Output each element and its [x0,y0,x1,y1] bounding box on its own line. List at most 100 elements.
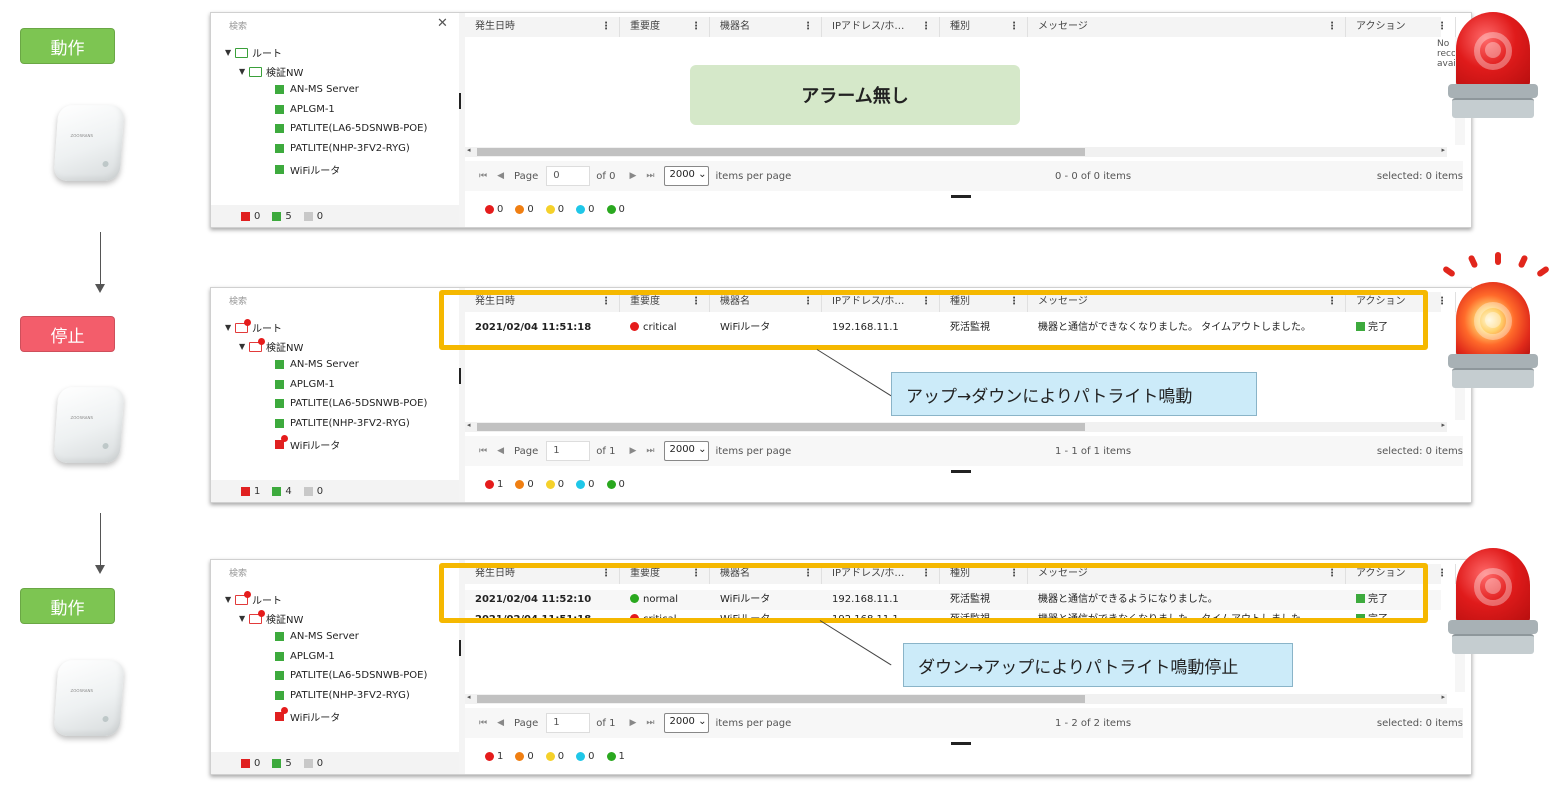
no-alarm-label: アラーム無し [690,65,1020,125]
access-point-image-1: ZOOSRANS [53,105,125,181]
severity-count: 1 [485,479,503,490]
expand-triangle-icon[interactable]: ▼ [225,595,235,604]
expand-triangle-icon[interactable]: ▼ [225,48,235,57]
page-input[interactable]: 1 [546,441,591,461]
lamp-light-ray [1517,254,1529,269]
tree-node-group[interactable]: ▼ 検証NW [239,64,303,79]
tree-node-root[interactable]: ▼ ルート [225,318,282,335]
page-input[interactable]: 0 [546,166,591,186]
items-per-page-select[interactable]: 2000 ⌄ [664,166,710,186]
column-header[interactable]: アクション ⋮ [1346,17,1456,37]
pager-nav-icons[interactable]: ⏮◀ [479,171,514,181]
column-menu-icon[interactable]: ⋮ [1437,292,1447,312]
severity-counts: 00000 [485,201,625,217]
tree-device-item[interactable]: APLGM-1 [275,379,335,390]
folder-icon [235,318,251,333]
pager-nav-icons-next[interactable]: ▶⏭ [629,171,664,181]
folder-icon [235,47,248,58]
device-status-icon [275,399,284,409]
tree-device-item[interactable]: AN-MS Server [275,84,359,95]
selected-count: selected: 0 items [1376,445,1463,457]
pager-nav-icons-next[interactable]: ▶⏭ [629,446,664,456]
close-icon[interactable]: ✕ [437,16,448,31]
horizontal-scrollbar[interactable]: ◂ ▸ [465,146,1447,157]
device-status-icon [275,360,284,369]
resize-handle[interactable] [951,195,971,198]
access-point-image-3: ZOOSRANS [53,660,125,736]
folder-icon [249,609,265,624]
column-menu-icon[interactable]: ⋮ [1009,17,1019,37]
horizontal-scrollbar[interactable]: ◂ ▸ [465,421,1447,432]
folder-icon [235,590,251,605]
column-menu-icon[interactable]: ⋮ [601,17,611,37]
count-up: 5 [272,211,292,222]
tree-device-item[interactable]: AN-MS Server [275,631,359,642]
page-count: of 1 [596,717,616,729]
tree-device-item[interactable]: AN-MS Server [275,359,359,370]
severity-dot-icon [545,479,555,489]
severity-dot-icon [545,751,555,761]
tree-device-item[interactable]: WiFiルータ [275,162,340,177]
expand-triangle-icon[interactable]: ▼ [225,323,235,332]
column-header[interactable]: 発生日時 ⋮ [465,17,620,37]
tree-device-item[interactable]: PATLITE(LA6-5DSNWB-POE) [275,123,427,134]
tree-device-item[interactable]: APLGM-1 [275,651,335,662]
tree-node-label: ルート [252,49,282,60]
pager: ⏮◀ Page 1 of 1 ▶⏭ 2000 ⌄ items per page … [465,708,1463,738]
horizontal-scrollbar[interactable]: ◂ ▸ [465,693,1447,704]
severity-dot-icon [606,751,616,761]
expand-triangle-icon[interactable]: ▼ [239,614,249,623]
tree-node-group[interactable]: ▼ 検証NW [239,337,304,354]
highlight-box-stop [439,290,1428,350]
column-menu-icon[interactable]: ⋮ [803,17,813,37]
patlite-lamp-on [1448,282,1538,392]
tree-device-item[interactable]: PATLITE(NHP-3FV2-RYG) [275,143,410,154]
tree-node-group[interactable]: ▼ 検証NW [239,609,303,626]
resize-handle[interactable] [951,470,971,473]
severity-dot-icon [545,204,555,214]
tree-device-item[interactable]: PATLITE(NHP-3FV2-RYG) [275,418,410,429]
tree-device-item[interactable]: PATLITE(LA6-5DSNWB-POE) [275,670,427,681]
tree-device-item[interactable]: WiFiルータ [275,707,340,724]
severity-dot-icon [485,751,494,761]
lamp-light-ray [1467,254,1479,269]
tree-node-label: 検証NW [266,68,304,79]
items-per-page-select[interactable]: 2000 ⌄ [664,441,710,461]
severity-dot-icon [606,204,616,214]
column-menu-icon[interactable]: ⋮ [691,17,701,37]
column-header[interactable]: メッセージ ⋮ [1028,17,1346,37]
column-header[interactable]: 重要度 ⋮ [620,17,710,37]
device-label: PATLITE(LA6-5DSNWB-POE) [290,398,428,410]
column-menu-icon[interactable]: ⋮ [1437,17,1447,37]
tree-search-label: 検索 [229,569,248,579]
device-label: AN-MS Server [290,84,359,95]
tree-node-label: 検証NW [266,343,304,354]
column-menu-icon[interactable]: ⋮ [1437,564,1447,584]
expand-triangle-icon[interactable]: ▼ [239,67,249,76]
pager-nav-icons[interactable]: ⏮◀ [479,446,514,456]
tree-device-item[interactable]: WiFiルータ [275,435,340,452]
device-status-icon [275,632,284,641]
tree-node-root[interactable]: ▼ ルート [225,590,282,607]
tree-device-item[interactable]: PATLITE(LA6-5DSNWB-POE) [275,398,427,409]
pager: ⏮◀ Page 0 of 0 ▶⏭ 2000 ⌄ items per page … [465,161,1463,191]
tree-device-item[interactable]: PATLITE(NHP-3FV2-RYG) [275,690,410,701]
expand-triangle-icon[interactable]: ▼ [239,342,249,351]
column-menu-icon[interactable]: ⋮ [1327,17,1337,37]
tree-device-item[interactable]: APLGM-1 [275,104,335,115]
pager-nav-icons-next[interactable]: ▶⏭ [629,718,664,728]
tree-node-root[interactable]: ▼ ルート [225,45,282,60]
device-status-icon [275,707,288,722]
column-header[interactable]: IPアドレス/ホ… ⋮ [822,17,940,37]
count-up: 5 [272,758,292,769]
column-header[interactable]: 種別 ⋮ [940,17,1028,37]
column-header[interactable]: 機器名 ⋮ [710,17,822,37]
resize-handle[interactable] [951,742,971,745]
tree-status-counts: 0 5 0 [211,752,461,774]
pager-nav-icons[interactable]: ⏮◀ [479,718,514,728]
severity-count: 1 [606,751,625,762]
page-input[interactable]: 1 [546,713,591,733]
items-per-page-select[interactable]: 2000 ⌄ [664,713,710,733]
severity-counts: 10001 [485,748,625,764]
column-menu-icon[interactable]: ⋮ [921,17,931,37]
